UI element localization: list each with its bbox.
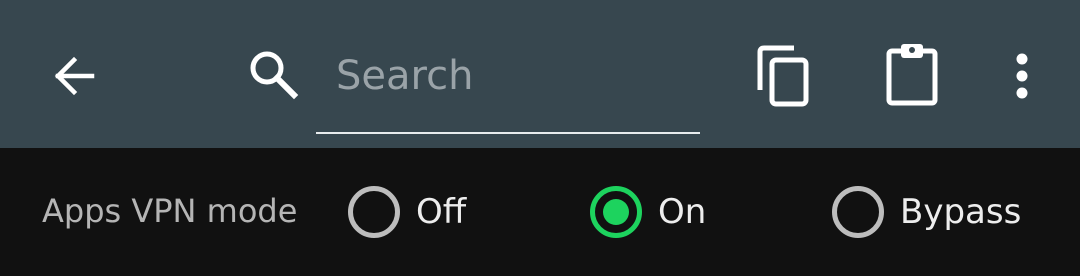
more-vertical-icon: [1016, 53, 1028, 99]
copy-button[interactable]: [744, 36, 824, 116]
radio-option-on[interactable]: On: [590, 184, 706, 240]
apps-vpn-mode-row: Apps VPN mode Off On Bypass: [0, 148, 1080, 276]
back-button[interactable]: [36, 38, 112, 114]
search-underline: [316, 132, 700, 134]
app-toolbar: [0, 0, 1080, 148]
search-icon: [250, 51, 299, 100]
clipboard-icon: [886, 44, 938, 106]
radio-off-label: Off: [416, 192, 467, 232]
paste-button[interactable]: [872, 34, 952, 114]
arrow-back-icon: [54, 56, 95, 96]
search-input[interactable]: [316, 40, 700, 112]
copy-icon: [757, 45, 809, 107]
radio-option-bypass[interactable]: Bypass: [832, 184, 1021, 240]
apps-vpn-mode-label: Apps VPN mode: [42, 192, 298, 230]
radio-off-circle-icon[interactable]: [348, 186, 400, 238]
radio-on-circle-icon[interactable]: [590, 186, 642, 238]
radio-option-off[interactable]: Off: [348, 184, 466, 240]
radio-on-label: On: [658, 192, 707, 232]
radio-bypass-circle-icon[interactable]: [832, 186, 884, 238]
more-options-button[interactable]: [992, 40, 1052, 112]
radio-bypass-label: Bypass: [900, 192, 1022, 232]
